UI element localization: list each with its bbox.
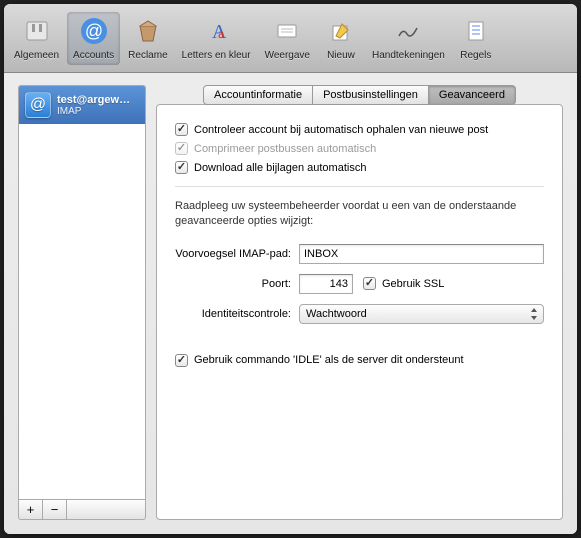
auth-value: Wachtwoord bbox=[306, 308, 367, 320]
compress-checkbox bbox=[175, 142, 188, 155]
toolbar-label: Reclame bbox=[128, 50, 167, 61]
toolbar-label: Accounts bbox=[73, 50, 114, 61]
accounts-sidebar: @ test@argew… IMAP + − bbox=[18, 85, 146, 520]
toolbar-signatures[interactable]: Handtekeningen bbox=[366, 12, 451, 65]
port-label: Poort: bbox=[175, 278, 299, 290]
use-ssl-label: Gebruik SSL bbox=[382, 278, 444, 290]
add-account-button[interactable]: + bbox=[19, 500, 43, 519]
advanced-note: Raadpleeg uw systeembeheerder voordat u … bbox=[175, 199, 544, 230]
sidebar-footer: + − bbox=[18, 500, 146, 520]
preferences-window: Algemeen @ Accounts Reclame Aa Letters e… bbox=[4, 4, 577, 534]
port-input[interactable] bbox=[299, 274, 353, 294]
toolbar-label: Letters en kleur bbox=[182, 50, 251, 61]
toolbar: Algemeen @ Accounts Reclame Aa Letters e… bbox=[4, 4, 577, 73]
imap-prefix-label: Voorvoegsel IMAP-pad: bbox=[175, 248, 299, 260]
switch-icon bbox=[20, 14, 54, 48]
toolbar-label: Handtekeningen bbox=[372, 50, 445, 61]
advanced-panel: Controleer account bij automatisch ophal… bbox=[156, 104, 563, 520]
account-type: IMAP bbox=[57, 106, 130, 117]
auto-fetch-label: Controleer account bij automatisch ophal… bbox=[194, 124, 488, 136]
viewing-icon bbox=[270, 14, 304, 48]
tab-advanced[interactable]: Geavanceerd bbox=[429, 85, 516, 105]
toolbar-accounts[interactable]: @ Accounts bbox=[67, 12, 120, 65]
toolbar-rules[interactable]: Regels bbox=[453, 12, 499, 65]
toolbar-compose[interactable]: Nieuw bbox=[318, 12, 364, 65]
toolbar-junk[interactable]: Reclame bbox=[122, 12, 173, 65]
remove-account-button[interactable]: − bbox=[43, 500, 67, 519]
fonts-icon: Aa bbox=[199, 14, 233, 48]
toolbar-label: Nieuw bbox=[327, 50, 355, 61]
compress-label: Comprimeer postbussen automatisch bbox=[194, 143, 376, 155]
account-item[interactable]: @ test@argew… IMAP bbox=[19, 86, 145, 124]
rules-icon bbox=[459, 14, 493, 48]
download-all-label: Download alle bijlagen automatisch bbox=[194, 162, 366, 174]
junk-icon bbox=[131, 14, 165, 48]
auth-select[interactable]: Wachtwoord bbox=[299, 304, 544, 324]
svg-text:@: @ bbox=[84, 21, 102, 41]
at-icon: @ bbox=[25, 92, 51, 118]
use-ssl-checkbox[interactable] bbox=[363, 277, 376, 290]
account-name: test@argew… bbox=[57, 94, 130, 106]
at-icon: @ bbox=[77, 14, 111, 48]
divider bbox=[175, 186, 544, 187]
idle-checkbox[interactable] bbox=[175, 354, 188, 367]
svg-text:a: a bbox=[218, 27, 225, 42]
toolbar-label: Weergave bbox=[265, 50, 310, 61]
tabs: Accountinformatie Postbusinstellingen Ge… bbox=[156, 85, 563, 105]
tab-mailbox-settings[interactable]: Postbusinstellingen bbox=[313, 85, 429, 105]
idle-label: Gebruik commando 'IDLE' als de server di… bbox=[194, 354, 464, 366]
toolbar-label: Algemeen bbox=[14, 50, 59, 61]
accounts-list[interactable]: @ test@argew… IMAP bbox=[18, 85, 146, 500]
toolbar-general[interactable]: Algemeen bbox=[8, 12, 65, 65]
compose-icon bbox=[324, 14, 358, 48]
main-panel: Accountinformatie Postbusinstellingen Ge… bbox=[156, 85, 563, 520]
toolbar-label: Regels bbox=[460, 50, 491, 61]
imap-prefix-input[interactable] bbox=[299, 244, 544, 264]
content-area: @ test@argew… IMAP + − Accountinformatie… bbox=[4, 73, 577, 534]
auto-fetch-checkbox[interactable] bbox=[175, 123, 188, 136]
toolbar-fonts[interactable]: Aa Letters en kleur bbox=[176, 12, 257, 65]
tab-account-info[interactable]: Accountinformatie bbox=[203, 85, 313, 105]
signature-icon bbox=[391, 14, 425, 48]
auth-label: Identiteitscontrole: bbox=[175, 308, 299, 320]
download-all-checkbox[interactable] bbox=[175, 161, 188, 174]
toolbar-viewing[interactable]: Weergave bbox=[259, 12, 316, 65]
